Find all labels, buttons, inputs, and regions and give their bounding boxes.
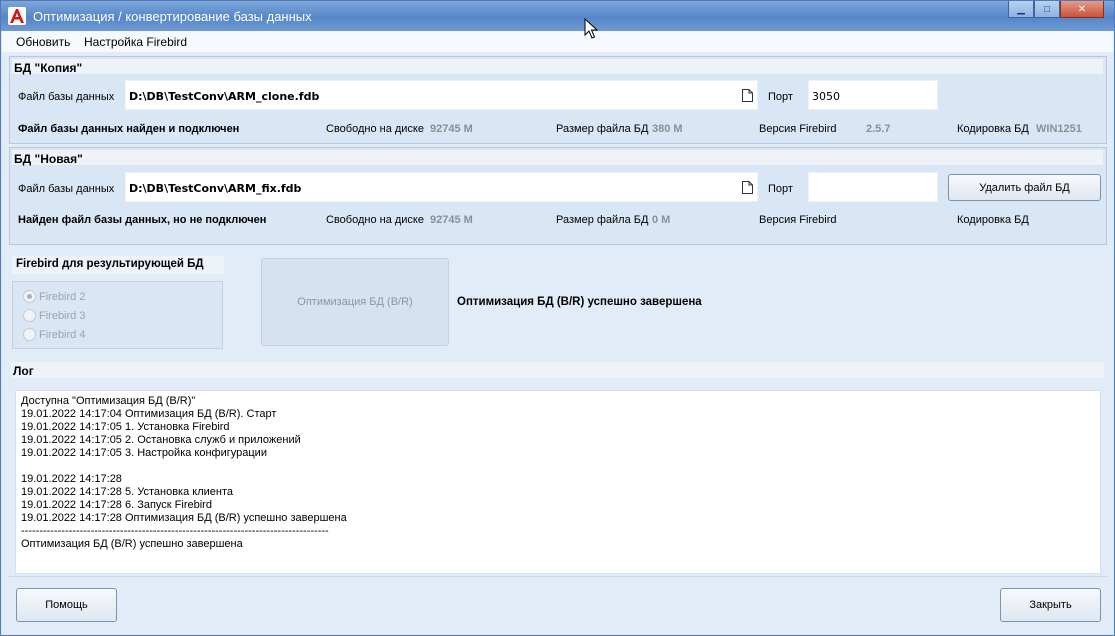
new-file-label: Файл базы данных	[18, 183, 115, 195]
radio-empty-icon	[23, 309, 36, 322]
new-version-label: Версия Firebird	[759, 214, 837, 226]
delete-db-file-button[interactable]: Удалить файл БД	[948, 174, 1101, 201]
log-line: ----------------------------------------…	[21, 525, 329, 537]
log-line: 19.01.2022 14:17:28 Оптимизация БД (B/R)…	[21, 512, 347, 524]
radio-firebird-4[interactable]: Firebird 4	[23, 328, 85, 341]
log-group: Лог Доступна "Оптимизация БД (B/R)" 19.0…	[9, 360, 1107, 574]
new-size-label: Размер файла БД	[556, 214, 649, 226]
copy-size-value: 380 М	[652, 123, 683, 135]
copy-file-label: Файл базы данных	[18, 91, 115, 103]
log-line: 19.01.2022 14:17:28 5. Установка клиента	[21, 486, 233, 498]
copy-free-value: 92745 М	[430, 123, 473, 135]
radio-firebird-3[interactable]: Firebird 3	[23, 309, 85, 322]
new-file-field[interactable]: D:\DB\TestConv\ARM_fix.fdb	[125, 172, 758, 202]
optimize-db-button[interactable]: Оптимизация БД (B/R)	[261, 258, 449, 346]
copy-free-label: Свободно на диске	[326, 123, 424, 135]
log-line: 19.01.2022 14:17:28 6. Запуск Firebird	[21, 499, 212, 511]
copy-status: Файл базы данных найден и подключен	[18, 123, 240, 135]
copy-file-field[interactable]: D:\DB\TestConv\ARM_clone.fdb	[125, 80, 758, 110]
copy-encoding-value: WIN1251	[1036, 123, 1082, 135]
new-port-field[interactable]	[808, 172, 938, 202]
copy-db-title: БД "Копия"	[14, 61, 83, 75]
radio-selected-icon	[23, 290, 36, 303]
new-size-value: 0 М	[652, 214, 671, 226]
copy-size-label: Размер файла БД	[556, 123, 649, 135]
title-bar[interactable]: Оптимизация / конвертирование базы данны…	[1, 1, 1114, 31]
log-line: 19.01.2022 14:17:28	[21, 473, 122, 485]
window-title: Оптимизация / конвертирование базы данны…	[33, 9, 312, 24]
menu-refresh[interactable]: Обновить	[16, 35, 70, 49]
copy-version-label: Версия Firebird	[759, 123, 837, 135]
log-line: 19.01.2022 14:17:04 Оптимизация БД (B/R)…	[21, 408, 277, 420]
divider	[9, 576, 1107, 577]
menu-firebird-settings[interactable]: Настройка Firebird	[84, 35, 187, 49]
new-port-label: Порт	[768, 183, 793, 195]
log-line: 19.01.2022 14:17:05 2. Остановка служб и…	[21, 434, 301, 446]
radio-empty-icon	[23, 328, 36, 341]
mouse-cursor-icon	[584, 18, 598, 39]
firebird-options: Firebird 2 Firebird 3 Firebird 4	[12, 281, 223, 349]
copy-db-group: БД "Копия" Файл базы данных D:\DB\TestCo…	[9, 56, 1107, 144]
log-textarea[interactable]: Доступна "Оптимизация БД (B/R)" 19.01.20…	[15, 390, 1101, 574]
help-button[interactable]: Помощь	[16, 588, 117, 622]
new-db-group: БД "Новая" Файл базы данных D:\DB\TestCo…	[9, 147, 1107, 245]
log-title: Лог	[13, 364, 34, 378]
optimize-status: Оптимизация БД (B/R) успешно завершена	[457, 296, 702, 308]
log-line: Доступна "Оптимизация БД (B/R)"	[21, 395, 196, 407]
log-line: Оптимизация БД (B/R) успешно завершена	[21, 538, 243, 550]
new-encoding-label: Кодировка БД	[957, 214, 1029, 226]
log-line: 19.01.2022 14:17:05 1. Установка Firebir…	[21, 421, 230, 433]
firebird-title: Firebird для результирующей БД	[12, 256, 224, 274]
copy-file-value: D:\DB\TestConv\ARM_clone.fdb	[129, 90, 320, 103]
radio-firebird-2[interactable]: Firebird 2	[23, 290, 85, 303]
copy-port-field[interactable]: 3050	[808, 80, 938, 110]
file-browse-icon[interactable]	[742, 181, 753, 194]
minimize-button[interactable]: ▁	[1008, 1, 1034, 18]
main-panel: БД "Копия" Файл базы данных D:\DB\TestCo…	[2, 52, 1113, 634]
new-status: Найден файл базы данных, но не подключен	[18, 214, 267, 226]
file-browse-icon[interactable]	[742, 89, 753, 102]
new-free-label: Свободно на диске	[326, 214, 424, 226]
new-db-title: БД "Новая"	[14, 152, 83, 166]
log-line: 19.01.2022 14:17:05 3. Настройка конфигу…	[21, 447, 267, 459]
new-file-value: D:\DB\TestConv\ARM_fix.fdb	[129, 182, 302, 195]
new-free-value: 92745 М	[430, 214, 473, 226]
maximize-button[interactable]: □	[1034, 1, 1060, 18]
close-button[interactable]: Закрыть	[1000, 588, 1101, 622]
app-window: Оптимизация / конвертирование базы данны…	[0, 0, 1115, 636]
copy-encoding-label: Кодировка БД	[957, 123, 1029, 135]
menu-bar: Обновить Настройка Firebird	[2, 31, 1113, 52]
copy-port-label: Порт	[768, 91, 793, 103]
app-logo-icon	[8, 7, 26, 25]
copy-port-value: 3050	[812, 90, 840, 103]
close-window-button[interactable]: ✕	[1060, 1, 1104, 18]
copy-version-value: 2.5.7	[866, 123, 891, 135]
